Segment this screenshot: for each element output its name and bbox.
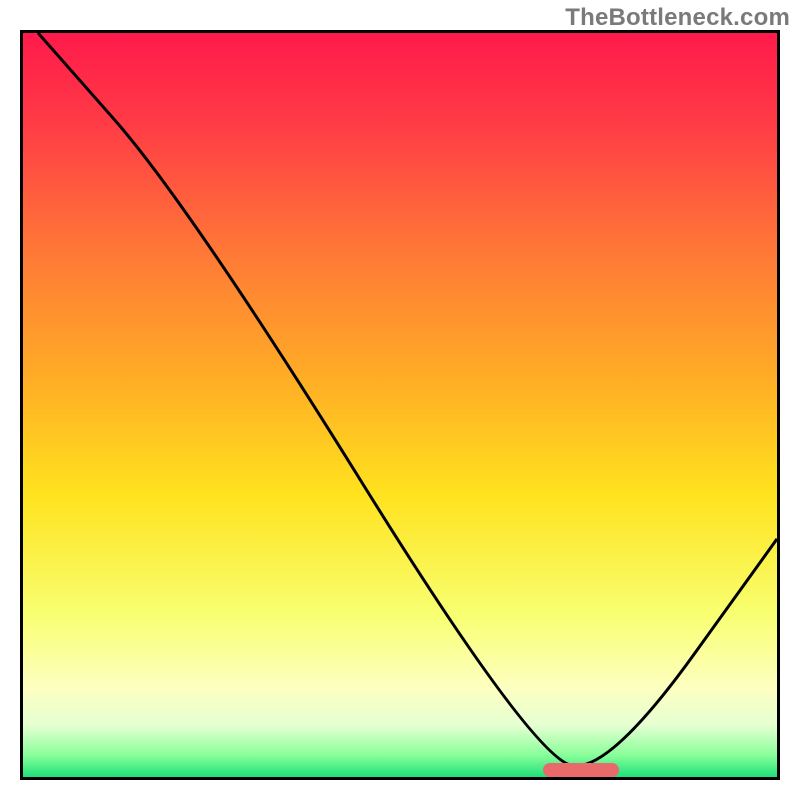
optimal-marker — [543, 763, 618, 777]
curve-layer — [23, 33, 777, 777]
bottleneck-chart: TheBottleneck.com — [0, 0, 800, 800]
plot-area — [20, 30, 780, 780]
watermark-text: TheBottleneck.com — [565, 4, 790, 32]
bottleneck-curve — [38, 33, 777, 766]
